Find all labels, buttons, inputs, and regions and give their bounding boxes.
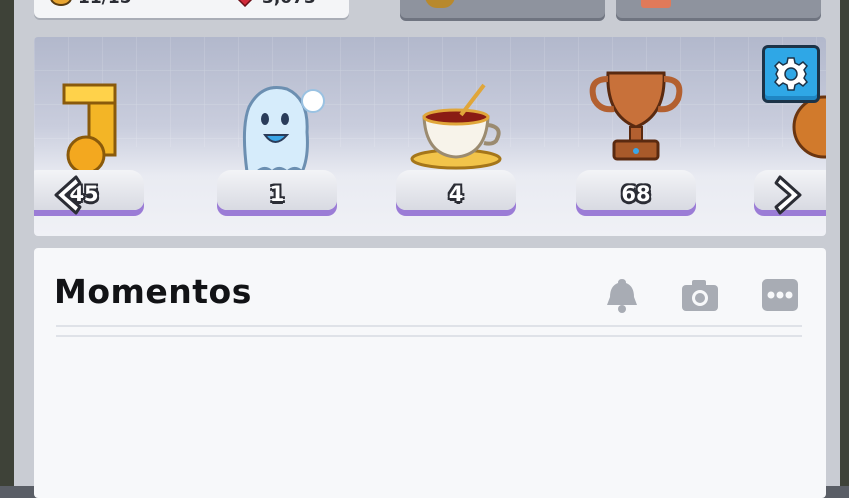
card-icon: [641, 0, 671, 8]
gem-stat: 3,073: [234, 0, 316, 8]
card-button[interactable]: [616, 0, 821, 18]
stats-card: 11/15 3,073: [34, 0, 349, 18]
right-edge: [840, 0, 849, 486]
snow-ghost-badge-icon: [242, 86, 325, 175]
prev-arrow-icon[interactable]: [50, 173, 84, 217]
shield-icon: [425, 0, 455, 8]
badge-item[interactable]: 68: [556, 37, 716, 236]
left-edge: [0, 0, 14, 486]
moments-title: Momentos: [54, 272, 252, 311]
next-arrow-icon[interactable]: [772, 173, 806, 217]
bronze-trophy-badge-icon: [589, 71, 683, 161]
muscle-icon: [50, 0, 72, 7]
badge-count: 4: [448, 182, 464, 206]
badge-count: 1: [269, 182, 285, 206]
moments-panel: Momentos: [34, 248, 826, 498]
camera-icon[interactable]: [680, 275, 720, 315]
divider: [56, 325, 802, 337]
heart-gem-icon: [234, 0, 256, 8]
gem-stat-value: 3,073: [262, 0, 316, 8]
settings-button[interactable]: [762, 45, 820, 103]
badge-carousel[interactable]: 45 1 4 68: [34, 37, 826, 236]
more-icon[interactable]: [760, 275, 800, 315]
badge-count: 68: [621, 182, 651, 206]
gear-icon: [774, 57, 808, 91]
clan-button[interactable]: [400, 0, 605, 18]
bell-icon[interactable]: [602, 275, 642, 315]
tea-cup-badge-icon: [410, 83, 502, 170]
level-stat-value: 11/15: [78, 0, 132, 8]
badge-item[interactable]: 1: [197, 37, 357, 236]
badge-item[interactable]: 4: [376, 37, 536, 236]
music-note-badge-icon: [62, 83, 117, 175]
level-stat: 11/15: [50, 0, 132, 8]
